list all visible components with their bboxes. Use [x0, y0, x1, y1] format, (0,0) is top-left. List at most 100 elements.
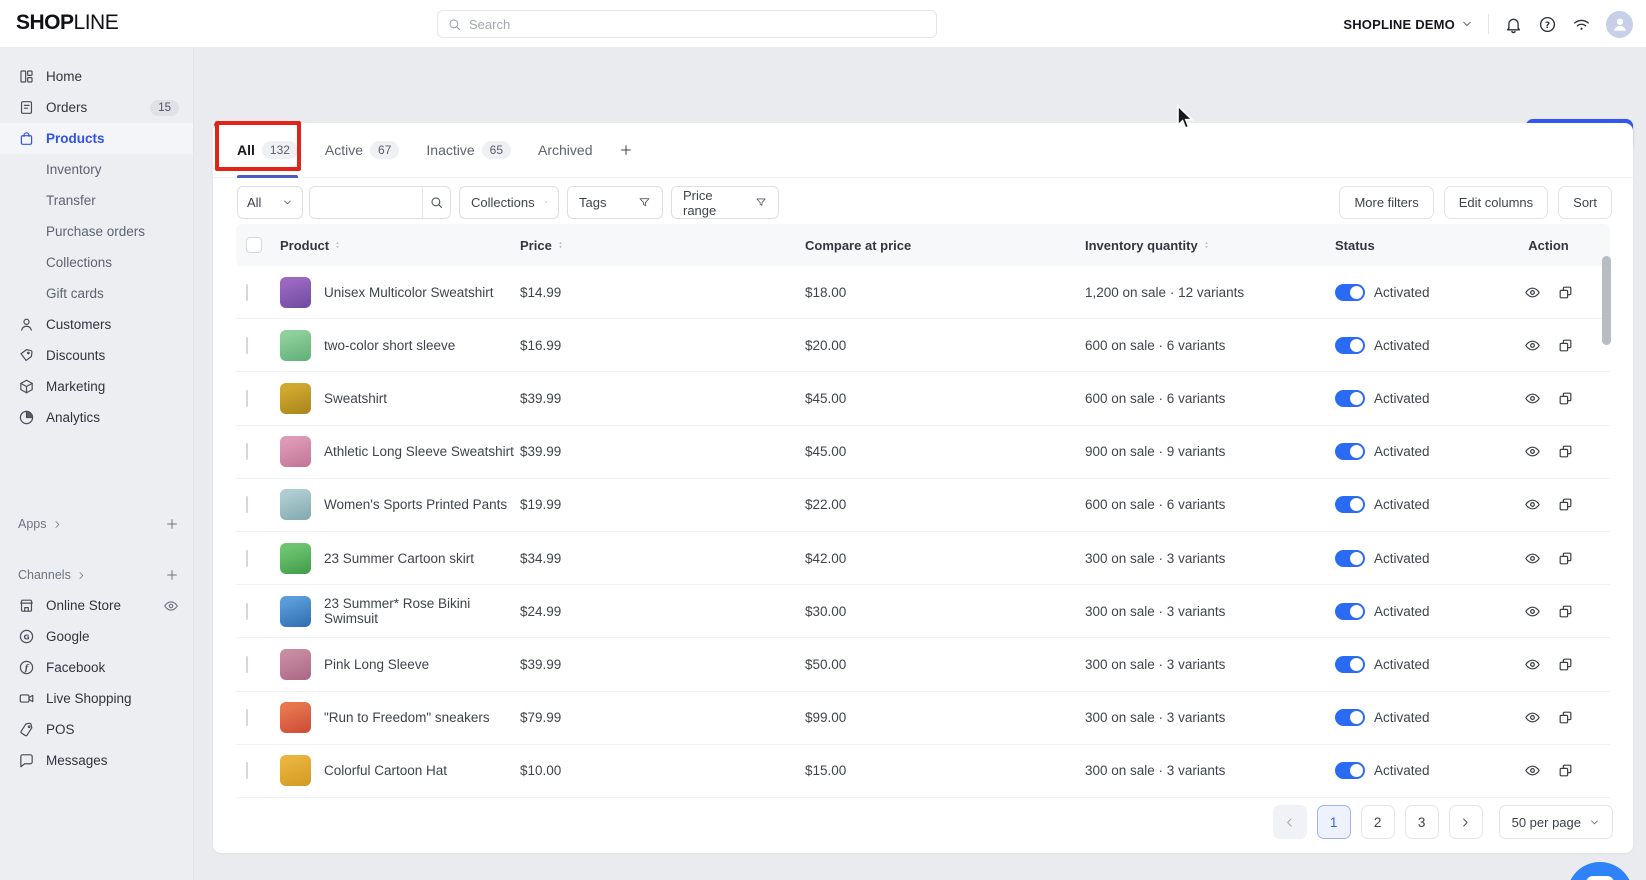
row-checkbox[interactable] [246, 709, 248, 727]
sidebar-item-transfer[interactable]: Transfer [0, 185, 193, 216]
sidebar-item-analytics[interactable]: Analytics [0, 402, 193, 433]
page-button-1[interactable]: 1 [1316, 805, 1351, 839]
preview-eye-icon[interactable] [1524, 603, 1541, 620]
sidebar-item-products[interactable]: Products [0, 123, 193, 154]
duplicate-copy-icon[interactable] [1557, 390, 1574, 407]
product-cell[interactable]: Pink Long Sleeve [280, 648, 520, 680]
duplicate-copy-icon[interactable] [1557, 603, 1574, 620]
sort-arrows-icon[interactable] [1202, 238, 1211, 252]
preview-eye-icon[interactable] [1524, 337, 1541, 354]
product-cell[interactable]: Sweatshirt [280, 382, 520, 414]
duplicate-copy-icon[interactable] [1557, 550, 1574, 567]
column-header-inventory-quantity[interactable]: Inventory quantity [1085, 238, 1335, 253]
network-status-icon[interactable] [1572, 15, 1591, 34]
select-all-checkbox[interactable] [246, 237, 262, 253]
row-checkbox[interactable] [246, 602, 248, 620]
column-header-product[interactable]: Product [280, 238, 520, 253]
row-checkbox[interactable] [246, 389, 248, 407]
preview-eye-icon[interactable] [1524, 284, 1541, 301]
status-toggle[interactable] [1335, 709, 1365, 727]
avatar[interactable] [1606, 10, 1633, 38]
sidebar-item-google[interactable]: G Google [0, 621, 193, 652]
status-toggle[interactable] [1335, 283, 1365, 301]
preview-eye-icon[interactable] [1524, 390, 1541, 407]
duplicate-copy-icon[interactable] [1557, 656, 1574, 673]
more-filters-button[interactable]: More filters [1339, 186, 1434, 219]
product-name[interactable]: 23 Summer Cartoon skirt [324, 551, 474, 566]
preview-eye-icon[interactable] [1524, 550, 1541, 567]
product-name[interactable]: Unisex Multicolor Sweatshirt [324, 285, 494, 300]
row-checkbox[interactable] [246, 762, 248, 780]
row-checkbox[interactable] [246, 283, 248, 301]
sidebar-item-online-store[interactable]: Online Store [0, 590, 193, 621]
duplicate-copy-icon[interactable] [1557, 337, 1574, 354]
row-checkbox[interactable] [246, 443, 248, 461]
notifications-bell-icon[interactable] [1504, 15, 1523, 34]
column-header-price[interactable]: Price [520, 238, 805, 253]
sidebar-item-live-shopping[interactable]: Live Shopping [0, 683, 193, 714]
view-store-eye-icon[interactable] [163, 598, 179, 614]
product-name[interactable]: Sweatshirt [324, 391, 387, 406]
tab-archived[interactable]: Archived [538, 123, 592, 178]
product-cell[interactable]: Unisex Multicolor Sweatshirt [280, 276, 520, 308]
sidebar-section-apps[interactable]: Apps [0, 509, 193, 539]
status-toggle[interactable] [1335, 496, 1365, 514]
sidebar-item-inventory[interactable]: Inventory [0, 154, 193, 185]
duplicate-copy-icon[interactable] [1557, 762, 1574, 779]
table-search-input[interactable] [310, 187, 422, 218]
product-cell[interactable]: Athletic Long Sleeve Sweatshirt [280, 436, 520, 468]
product-cell[interactable]: Women's Sports Printed Pants [280, 489, 520, 521]
status-toggle[interactable] [1335, 762, 1365, 780]
add-tab-icon[interactable] [619, 143, 633, 157]
product-cell[interactable]: 23 Summer Cartoon skirt [280, 542, 520, 574]
tab-all[interactable]: All 132 [237, 123, 298, 178]
product-name[interactable]: Women's Sports Printed Pants [324, 497, 507, 512]
preview-eye-icon[interactable] [1524, 443, 1541, 460]
price-range-filter[interactable]: Price range [671, 186, 779, 219]
product-name[interactable]: two-color short sleeve [324, 338, 455, 353]
sidebar-item-customers[interactable]: Customers [0, 309, 193, 340]
collections-filter[interactable]: Collections [459, 186, 559, 219]
page-button-3[interactable]: 3 [1404, 805, 1439, 839]
help-icon[interactable]: ? [1538, 15, 1557, 34]
tab-inactive[interactable]: Inactive 65 [426, 123, 512, 178]
product-name[interactable]: Colorful Cartoon Hat [324, 763, 447, 778]
sidebar-item-discounts[interactable]: Discounts [0, 340, 193, 371]
preview-eye-icon[interactable] [1524, 709, 1541, 726]
page-size-select[interactable]: 50 per page [1498, 805, 1613, 839]
search-scope-select[interactable]: All [237, 186, 303, 219]
global-search[interactable] [437, 10, 937, 38]
duplicate-copy-icon[interactable] [1557, 709, 1574, 726]
product-cell[interactable]: Colorful Cartoon Hat [280, 755, 520, 787]
sidebar-item-pos[interactable]: POS [0, 714, 193, 745]
table-search-button[interactable] [422, 187, 450, 218]
product-name[interactable]: "Run to Freedom" sneakers [324, 710, 490, 725]
product-cell[interactable]: "Run to Freedom" sneakers [280, 702, 520, 734]
status-toggle[interactable] [1335, 549, 1365, 567]
sidebar-item-home[interactable]: Home [0, 61, 193, 92]
duplicate-copy-icon[interactable] [1557, 284, 1574, 301]
duplicate-copy-icon[interactable] [1557, 496, 1574, 513]
duplicate-copy-icon[interactable] [1557, 443, 1574, 460]
edit-columns-button[interactable]: Edit columns [1443, 186, 1549, 219]
status-toggle[interactable] [1335, 336, 1365, 354]
vertical-scrollbar[interactable] [1602, 256, 1611, 345]
status-toggle[interactable] [1335, 443, 1365, 461]
row-checkbox[interactable] [246, 336, 248, 354]
status-toggle[interactable] [1335, 655, 1365, 673]
page-button-2[interactable]: 2 [1360, 805, 1395, 839]
row-checkbox[interactable] [246, 496, 248, 514]
next-page-button[interactable] [1448, 805, 1483, 839]
product-name[interactable]: 23 Summer* Rose Bikini Swimsuit [324, 596, 520, 626]
account-switcher[interactable]: SHOPLINE DEMO [1343, 17, 1473, 32]
add-channel-icon[interactable] [165, 568, 179, 582]
status-toggle[interactable] [1335, 389, 1365, 407]
sidebar-item-marketing[interactable]: Marketing [0, 371, 193, 402]
tab-active[interactable]: Active 67 [325, 123, 400, 178]
tags-filter[interactable]: Tags [567, 186, 663, 219]
product-cell[interactable]: two-color short sleeve [280, 329, 520, 361]
status-toggle[interactable] [1335, 602, 1365, 620]
row-checkbox[interactable] [246, 549, 248, 567]
add-apps-icon[interactable] [165, 517, 179, 531]
sort-button[interactable]: Sort [1558, 186, 1612, 219]
